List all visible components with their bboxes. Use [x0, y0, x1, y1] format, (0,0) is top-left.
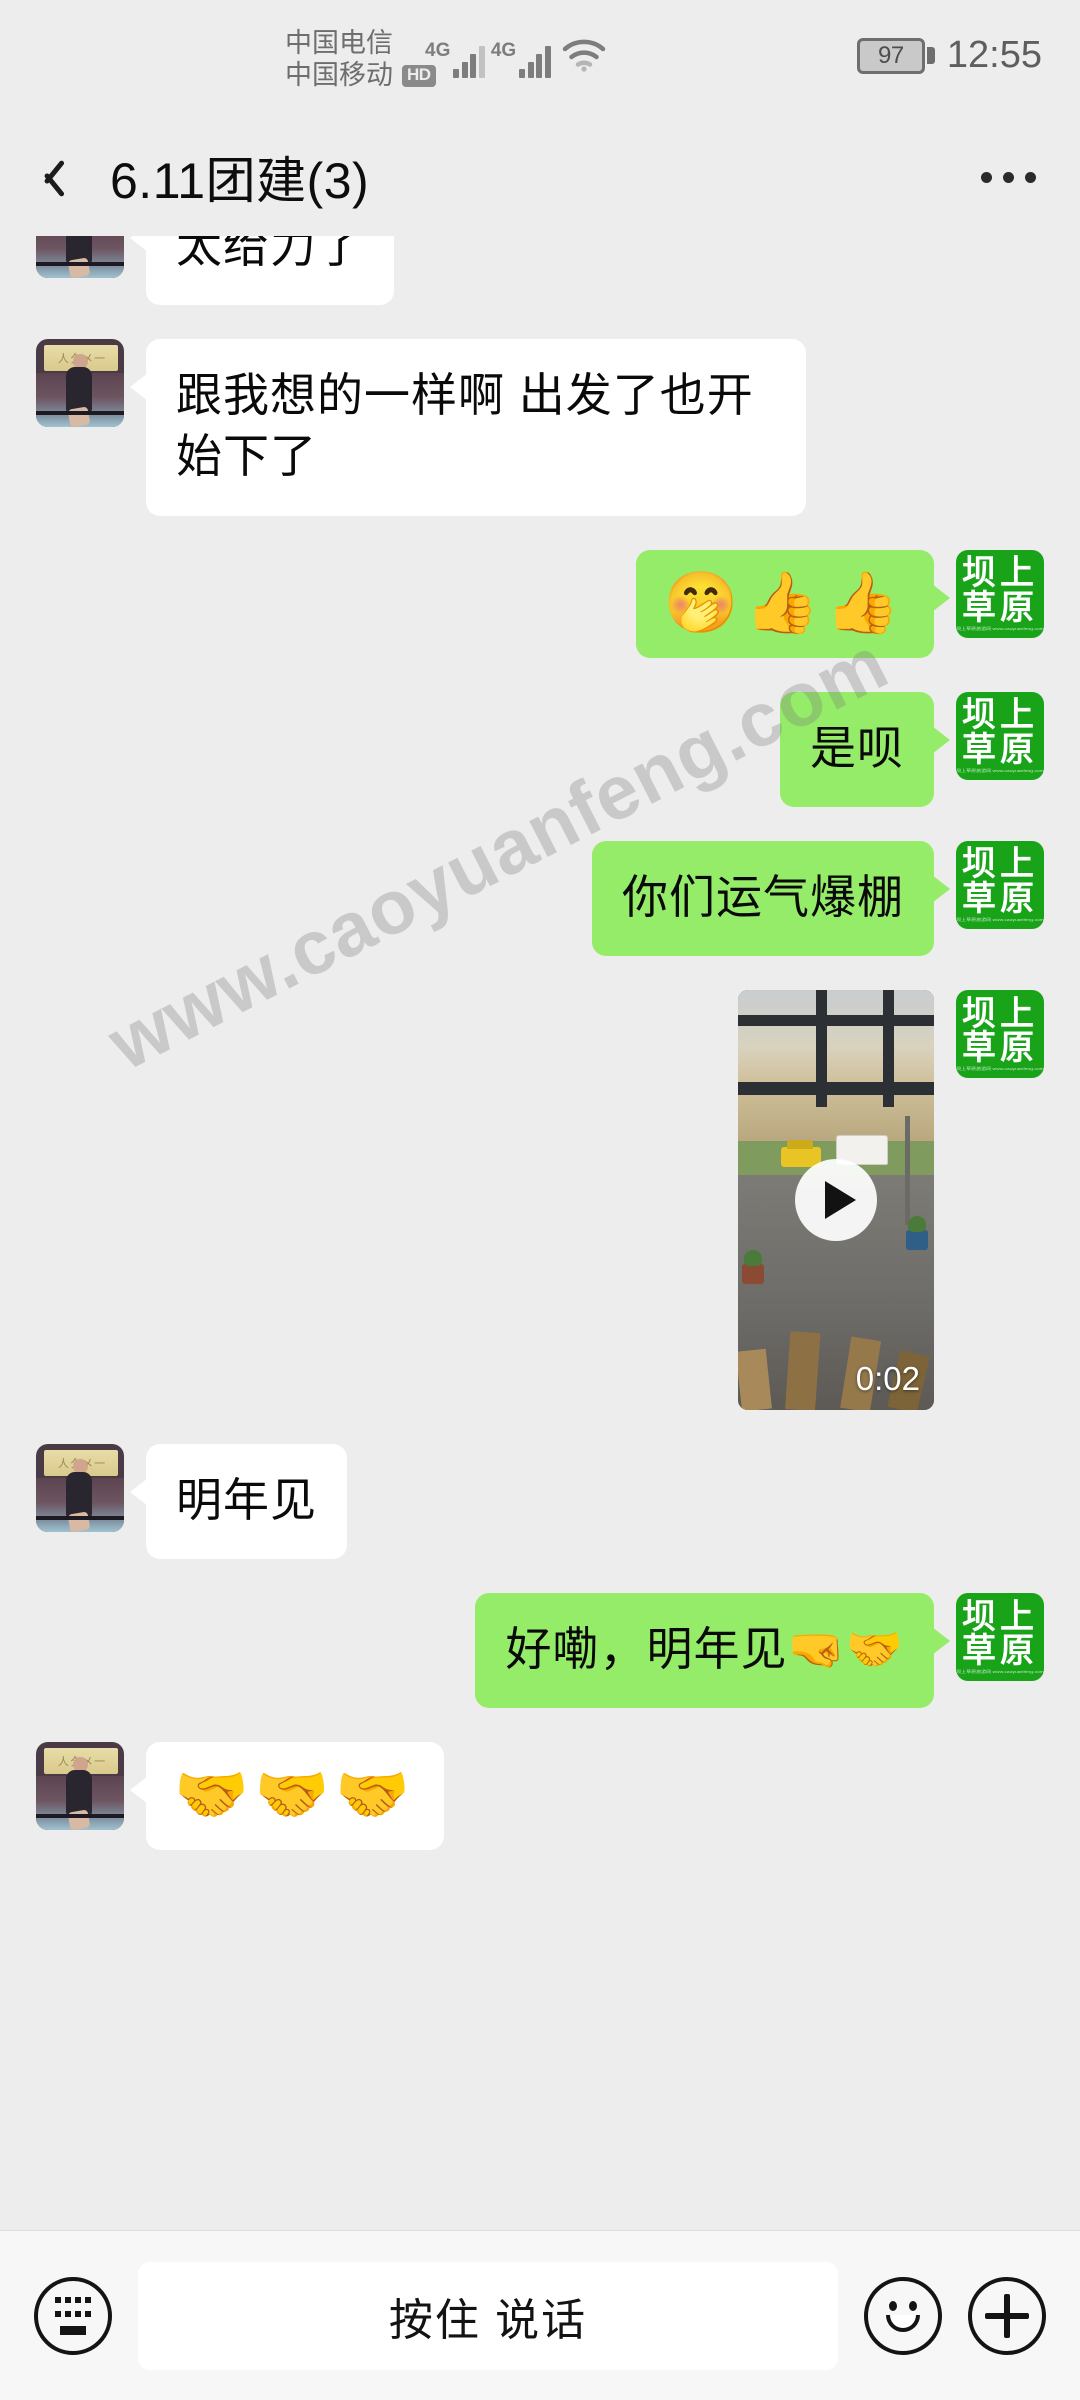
avatar[interactable]: 坝上 草原 坝上草原旅游网 www.caoyuanfeng.com: [956, 989, 1044, 1078]
more-dot: [1025, 171, 1036, 183]
clock-label: 12:55: [946, 34, 1042, 76]
wechat-chat-screen: 中国电信 中国移动 HD 4G 4G 97 12:55 6.11团建(3) 太给…: [0, 0, 1080, 2400]
avatar[interactable]: 坝上 草原 坝上草原旅游网 www.caoyuanfeng.com: [956, 691, 1044, 780]
avatar-line-1: 坝上: [962, 845, 1038, 884]
battery-icon: 97: [856, 37, 935, 74]
avatar-line-1: 坝上: [962, 994, 1038, 1033]
carrier-2-label: 中国移动: [285, 59, 393, 90]
avatar-caption: 坝上草原旅游网 www.caoyuanfeng.com: [956, 768, 1044, 774]
wifi-icon: [562, 38, 606, 77]
avatar[interactable]: [36, 339, 124, 428]
emoji-button[interactable]: [864, 2276, 942, 2355]
signal-sim1: 4G: [425, 41, 485, 78]
keyboard-toggle-button[interactable]: [34, 2276, 112, 2355]
message-list[interactable]: 太给力了 跟我想的一样啊 出发了也开始下了 🤭👍👍 坝上 草原 坝上草原旅游网 …: [0, 236, 1080, 2230]
avatar-line-2: 草原: [962, 1028, 1038, 1067]
more-dot: [1003, 171, 1014, 183]
signal-icons: 4G 4G: [425, 38, 606, 78]
chevron-left-icon: [35, 153, 61, 201]
avatar-line-1: 坝上: [962, 696, 1038, 735]
message-row-outgoing: 好嘞，明年见🤜🤝 坝上 草原 坝上草原旅游网 www.caoyuanfeng.c…: [0, 1593, 1080, 1709]
avatar-caption: 坝上草原旅游网 www.caoyuanfeng.com: [956, 626, 1044, 632]
message-bubble[interactable]: 是呗: [780, 691, 950, 807]
more-dot: [981, 171, 992, 183]
chat-header: 6.11团建(3): [0, 118, 1080, 236]
status-bar: 中国电信 中国移动 HD 4G 4G 97 12:55: [0, 0, 1080, 118]
message-bubble[interactable]: 明年见: [130, 1443, 347, 1560]
signal-bars-2-icon: [519, 44, 551, 78]
message-bubble[interactable]: 🤭👍👍: [635, 549, 951, 658]
avatar-caption: 坝上草原旅游网 www.caoyuanfeng.com: [956, 1670, 1044, 1675]
hold-to-talk-button[interactable]: 按住 说话: [138, 2261, 838, 2370]
avatar-line-1: 坝上: [962, 554, 1038, 593]
avatar[interactable]: 坝上 草原 坝上草原旅游网 www.caoyuanfeng.com: [956, 1593, 1044, 1682]
avatar-caption: 坝上草原旅游网 www.caoyuanfeng.com: [956, 917, 1044, 923]
back-button[interactable]: [0, 118, 96, 236]
more-options-button[interactable]: [981, 118, 1036, 236]
avatar[interactable]: 坝上 草原 坝上草原旅游网 www.caoyuanfeng.com: [956, 840, 1044, 929]
avatar-caption: 坝上草原旅游网 www.caoyuanfeng.com: [956, 1066, 1044, 1072]
message-row-incoming: 跟我想的一样啊 出发了也开始下了: [0, 339, 1080, 516]
smiley-icon: [880, 2293, 926, 2339]
avatar-line-2: 草原: [962, 588, 1038, 627]
carrier-info: 中国电信 中国移动 HD: [285, 28, 436, 92]
keyboard-icon: [53, 2296, 93, 2335]
message-row-outgoing: 是呗 坝上 草原 坝上草原旅游网 www.caoyuanfeng.com: [0, 691, 1080, 807]
message-row-incoming: 太给力了: [0, 236, 1080, 306]
play-icon[interactable]: [795, 1158, 877, 1241]
avatar-line-2: 草原: [962, 1632, 1038, 1671]
battery-percent-label: 97: [878, 41, 904, 69]
signal-bars-1-icon: [453, 44, 485, 78]
video-message[interactable]: 0:02: [738, 989, 934, 1410]
network-type-1-label: 4G: [425, 40, 451, 61]
plus-icon: [985, 2293, 1029, 2338]
video-duration-label: 0:02: [855, 1359, 920, 1397]
avatar-line-1: 坝上: [962, 1597, 1038, 1636]
avatar-line-2: 草原: [962, 730, 1038, 769]
message-bubble[interactable]: 太给力了: [130, 236, 394, 306]
message-bubble[interactable]: 好嘞，明年见🤜🤝: [475, 1593, 950, 1709]
avatar[interactable]: 坝上 草原 坝上草原旅游网 www.caoyuanfeng.com: [956, 549, 1044, 638]
message-bubble[interactable]: 🤝🤝🤝: [129, 1742, 445, 1851]
message-row-incoming: 🤝🤝🤝: [0, 1742, 1080, 1851]
message-row-incoming: 明年见: [0, 1443, 1080, 1560]
page-title: 6.11团建(3): [110, 153, 370, 209]
message-row-outgoing-video: 0:02 坝上 草原 坝上草原旅游网 www.caoyuanfeng.com: [0, 989, 1080, 1410]
more-actions-button[interactable]: [968, 2276, 1046, 2355]
status-right: 97 12:55: [856, 34, 1042, 77]
message-bubble[interactable]: 跟我想的一样啊 出发了也开始下了: [130, 339, 806, 516]
avatar[interactable]: [36, 236, 124, 278]
network-type-2-label: 4G: [490, 40, 517, 61]
message-row-outgoing: 🤭👍👍 坝上 草原 坝上草原旅游网 www.caoyuanfeng.com: [0, 549, 1080, 658]
message-bubble[interactable]: 你们运气爆棚: [592, 840, 950, 956]
avatar-line-2: 草原: [962, 879, 1038, 918]
avatar[interactable]: [36, 1742, 124, 1831]
message-row-outgoing: 你们运气爆棚 坝上 草原 坝上草原旅游网 www.caoyuanfeng.com: [0, 840, 1080, 956]
signal-sim2: 4G: [491, 41, 551, 78]
input-bar: 按住 说话: [0, 2230, 1080, 2400]
avatar[interactable]: [36, 1443, 124, 1532]
carrier-1-label: 中国电信: [285, 28, 393, 58]
